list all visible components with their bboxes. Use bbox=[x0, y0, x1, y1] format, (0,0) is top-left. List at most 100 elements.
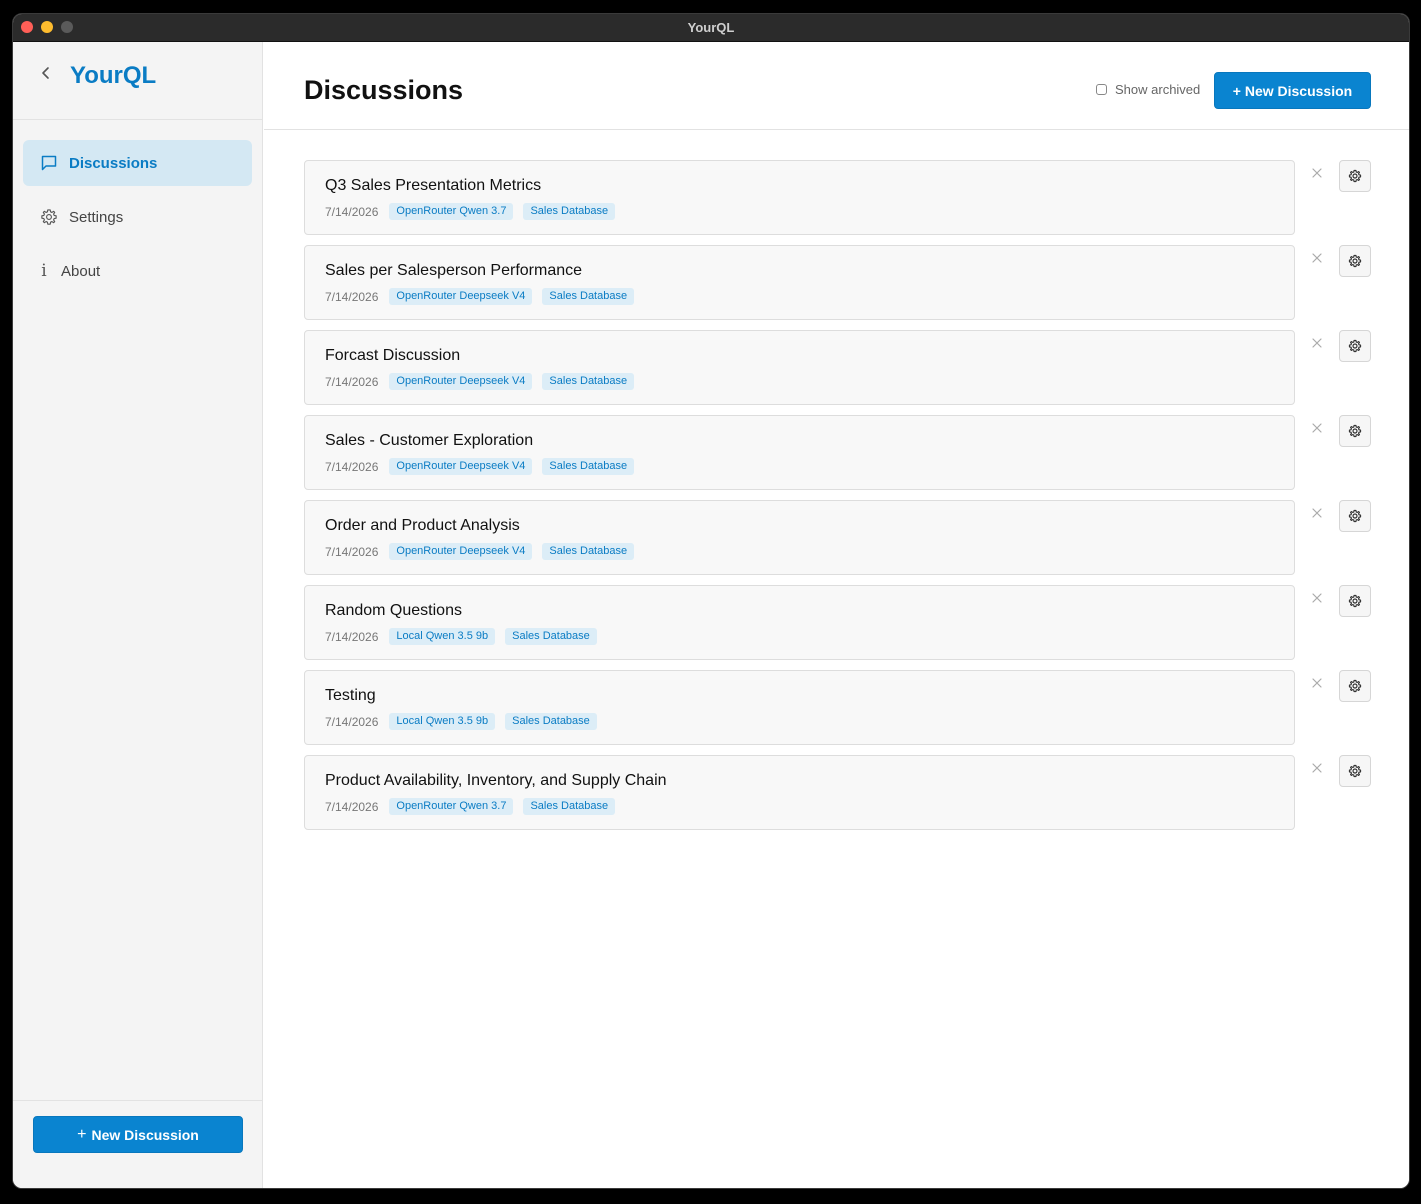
close-icon bbox=[1312, 508, 1322, 518]
discussion-settings-button[interactable] bbox=[1339, 755, 1371, 787]
gear-icon bbox=[1348, 169, 1362, 183]
delete-discussion-button[interactable] bbox=[1309, 165, 1325, 181]
sidebar-new-discussion-button[interactable]: + New Discussion bbox=[33, 1116, 243, 1153]
main-content: Discussions Show archived + New Discussi… bbox=[264, 42, 1409, 1188]
discussion-title: Sales per Salesperson Performance bbox=[325, 262, 583, 279]
discussion-meta: 7/14/2026 OpenRouter Deepseek V4 Sales D… bbox=[325, 288, 644, 305]
discussion-row: Order and Product Analysis 7/14/2026 Ope… bbox=[304, 500, 1372, 575]
show-archived-toggle[interactable]: Show archived bbox=[1096, 82, 1200, 97]
close-icon bbox=[1312, 168, 1322, 178]
discussion-title: Random Questions bbox=[325, 602, 462, 619]
database-badge: Sales Database bbox=[505, 713, 597, 730]
discussion-meta: 7/14/2026 OpenRouter Qwen 3.7 Sales Data… bbox=[325, 203, 625, 220]
discussion-card[interactable]: Product Availability, Inventory, and Sup… bbox=[304, 755, 1295, 830]
discussion-date: 7/14/2026 bbox=[325, 289, 379, 304]
delete-discussion-button[interactable] bbox=[1309, 675, 1325, 691]
discussion-settings-button[interactable] bbox=[1339, 500, 1371, 532]
sidebar-nav: Discussions Settings i About bbox=[13, 120, 262, 294]
close-icon bbox=[1312, 678, 1322, 688]
discussion-meta: 7/14/2026 OpenRouter Deepseek V4 Sales D… bbox=[325, 543, 644, 560]
discussion-card[interactable]: Q3 Sales Presentation Metrics 7/14/2026 … bbox=[304, 160, 1295, 235]
back-button[interactable] bbox=[39, 64, 55, 84]
database-badge: Sales Database bbox=[542, 288, 635, 305]
discussion-settings-button[interactable] bbox=[1339, 330, 1371, 362]
discussion-title: Forcast Discussion bbox=[325, 347, 461, 364]
chat-bubble-icon bbox=[39, 153, 59, 173]
discussion-card[interactable]: Testing 7/14/2026 Local Qwen 3.5 9b Sale… bbox=[304, 670, 1295, 745]
brand-logo-text: YourQL bbox=[70, 62, 157, 89]
gear-icon bbox=[1348, 254, 1362, 268]
info-icon: i bbox=[41, 261, 47, 281]
discussion-settings-button[interactable] bbox=[1339, 670, 1371, 702]
discussion-title: Q3 Sales Presentation Metrics bbox=[325, 177, 542, 194]
page-title: Discussions bbox=[304, 75, 464, 105]
sidebar-item-settings[interactable]: Settings bbox=[23, 194, 252, 240]
model-badge: OpenRouter Deepseek V4 bbox=[389, 373, 533, 390]
model-badge: OpenRouter Deepseek V4 bbox=[389, 288, 533, 305]
discussion-card[interactable]: Forcast Discussion 7/14/2026 OpenRouter … bbox=[304, 330, 1295, 405]
sidebar-item-label: About bbox=[61, 262, 101, 280]
model-badge: OpenRouter Deepseek V4 bbox=[389, 458, 533, 475]
sidebar-item-about[interactable]: i About bbox=[23, 248, 252, 294]
gear-icon bbox=[1348, 424, 1362, 438]
new-discussion-button[interactable]: + New Discussion bbox=[1214, 72, 1371, 109]
sidebar-item-label: Settings bbox=[69, 208, 124, 226]
discussion-meta: 7/14/2026 Local Qwen 3.5 9b Sales Databa… bbox=[325, 628, 607, 645]
discussion-settings-button[interactable] bbox=[1339, 245, 1371, 277]
delete-discussion-button[interactable] bbox=[1309, 335, 1325, 351]
gear-icon bbox=[1348, 594, 1362, 608]
discussion-card[interactable]: Sales per Salesperson Performance 7/14/2… bbox=[304, 245, 1295, 320]
discussion-meta: 7/14/2026 OpenRouter Deepseek V4 Sales D… bbox=[325, 373, 644, 390]
close-icon bbox=[1312, 253, 1322, 263]
plus-icon: + bbox=[77, 1125, 87, 1143]
discussion-date: 7/14/2026 bbox=[325, 374, 379, 389]
delete-discussion-button[interactable] bbox=[1309, 505, 1325, 521]
discussion-row: Q3 Sales Presentation Metrics 7/14/2026 … bbox=[304, 160, 1372, 235]
discussion-settings-button[interactable] bbox=[1339, 585, 1371, 617]
discussion-settings-button[interactable] bbox=[1339, 415, 1371, 447]
discussion-settings-button[interactable] bbox=[1339, 160, 1371, 192]
main-header: Discussions Show archived + New Discussi… bbox=[264, 42, 1409, 130]
gear-icon bbox=[1348, 764, 1362, 778]
database-badge: Sales Database bbox=[505, 628, 597, 645]
delete-discussion-button[interactable] bbox=[1309, 590, 1325, 606]
gear-icon bbox=[1348, 339, 1362, 353]
database-badge: Sales Database bbox=[523, 203, 616, 220]
sidebar-brand: YourQL bbox=[13, 42, 262, 120]
discussion-date: 7/14/2026 bbox=[325, 714, 379, 729]
title-bar: YourQL bbox=[13, 14, 1409, 42]
discussion-row: Random Questions 7/14/2026 Local Qwen 3.… bbox=[304, 585, 1372, 660]
delete-discussion-button[interactable] bbox=[1309, 760, 1325, 776]
gear-icon bbox=[1348, 509, 1362, 523]
discussion-card[interactable]: Random Questions 7/14/2026 Local Qwen 3.… bbox=[304, 585, 1295, 660]
close-icon bbox=[1312, 338, 1322, 348]
discussion-date: 7/14/2026 bbox=[325, 459, 379, 474]
discussion-row: Product Availability, Inventory, and Sup… bbox=[304, 755, 1372, 830]
discussion-meta: 7/14/2026 OpenRouter Deepseek V4 Sales D… bbox=[325, 458, 644, 475]
gear-icon bbox=[39, 207, 59, 227]
discussion-row: Forcast Discussion 7/14/2026 OpenRouter … bbox=[304, 330, 1372, 405]
delete-discussion-button[interactable] bbox=[1309, 250, 1325, 266]
discussion-date: 7/14/2026 bbox=[325, 629, 379, 644]
delete-discussion-button[interactable] bbox=[1309, 420, 1325, 436]
model-badge: OpenRouter Qwen 3.7 bbox=[389, 798, 514, 815]
sidebar-item-discussions[interactable]: Discussions bbox=[23, 140, 252, 186]
discussion-card[interactable]: Sales - Customer Exploration 7/14/2026 O… bbox=[304, 415, 1295, 490]
discussion-row: Testing 7/14/2026 Local Qwen 3.5 9b Sale… bbox=[304, 670, 1372, 745]
close-icon bbox=[1312, 763, 1322, 773]
discussion-meta: 7/14/2026 Local Qwen 3.5 9b Sales Databa… bbox=[325, 713, 607, 730]
gear-icon bbox=[1348, 679, 1362, 693]
discussion-title: Order and Product Analysis bbox=[325, 517, 520, 534]
discussion-title: Testing bbox=[325, 687, 376, 704]
show-archived-checkbox[interactable] bbox=[1096, 84, 1107, 95]
app-window: YourQL YourQL Discussions Settings i Abo… bbox=[12, 13, 1410, 1189]
sidebar-item-label: Discussions bbox=[69, 154, 158, 172]
discussion-card[interactable]: Order and Product Analysis 7/14/2026 Ope… bbox=[304, 500, 1295, 575]
discussion-title: Sales - Customer Exploration bbox=[325, 432, 534, 449]
database-badge: Sales Database bbox=[542, 543, 635, 560]
model-badge: Local Qwen 3.5 9b bbox=[389, 628, 496, 645]
model-badge: Local Qwen 3.5 9b bbox=[389, 713, 496, 730]
model-badge: OpenRouter Qwen 3.7 bbox=[389, 203, 514, 220]
show-archived-label: Show archived bbox=[1115, 82, 1201, 97]
discussion-date: 7/14/2026 bbox=[325, 544, 379, 559]
